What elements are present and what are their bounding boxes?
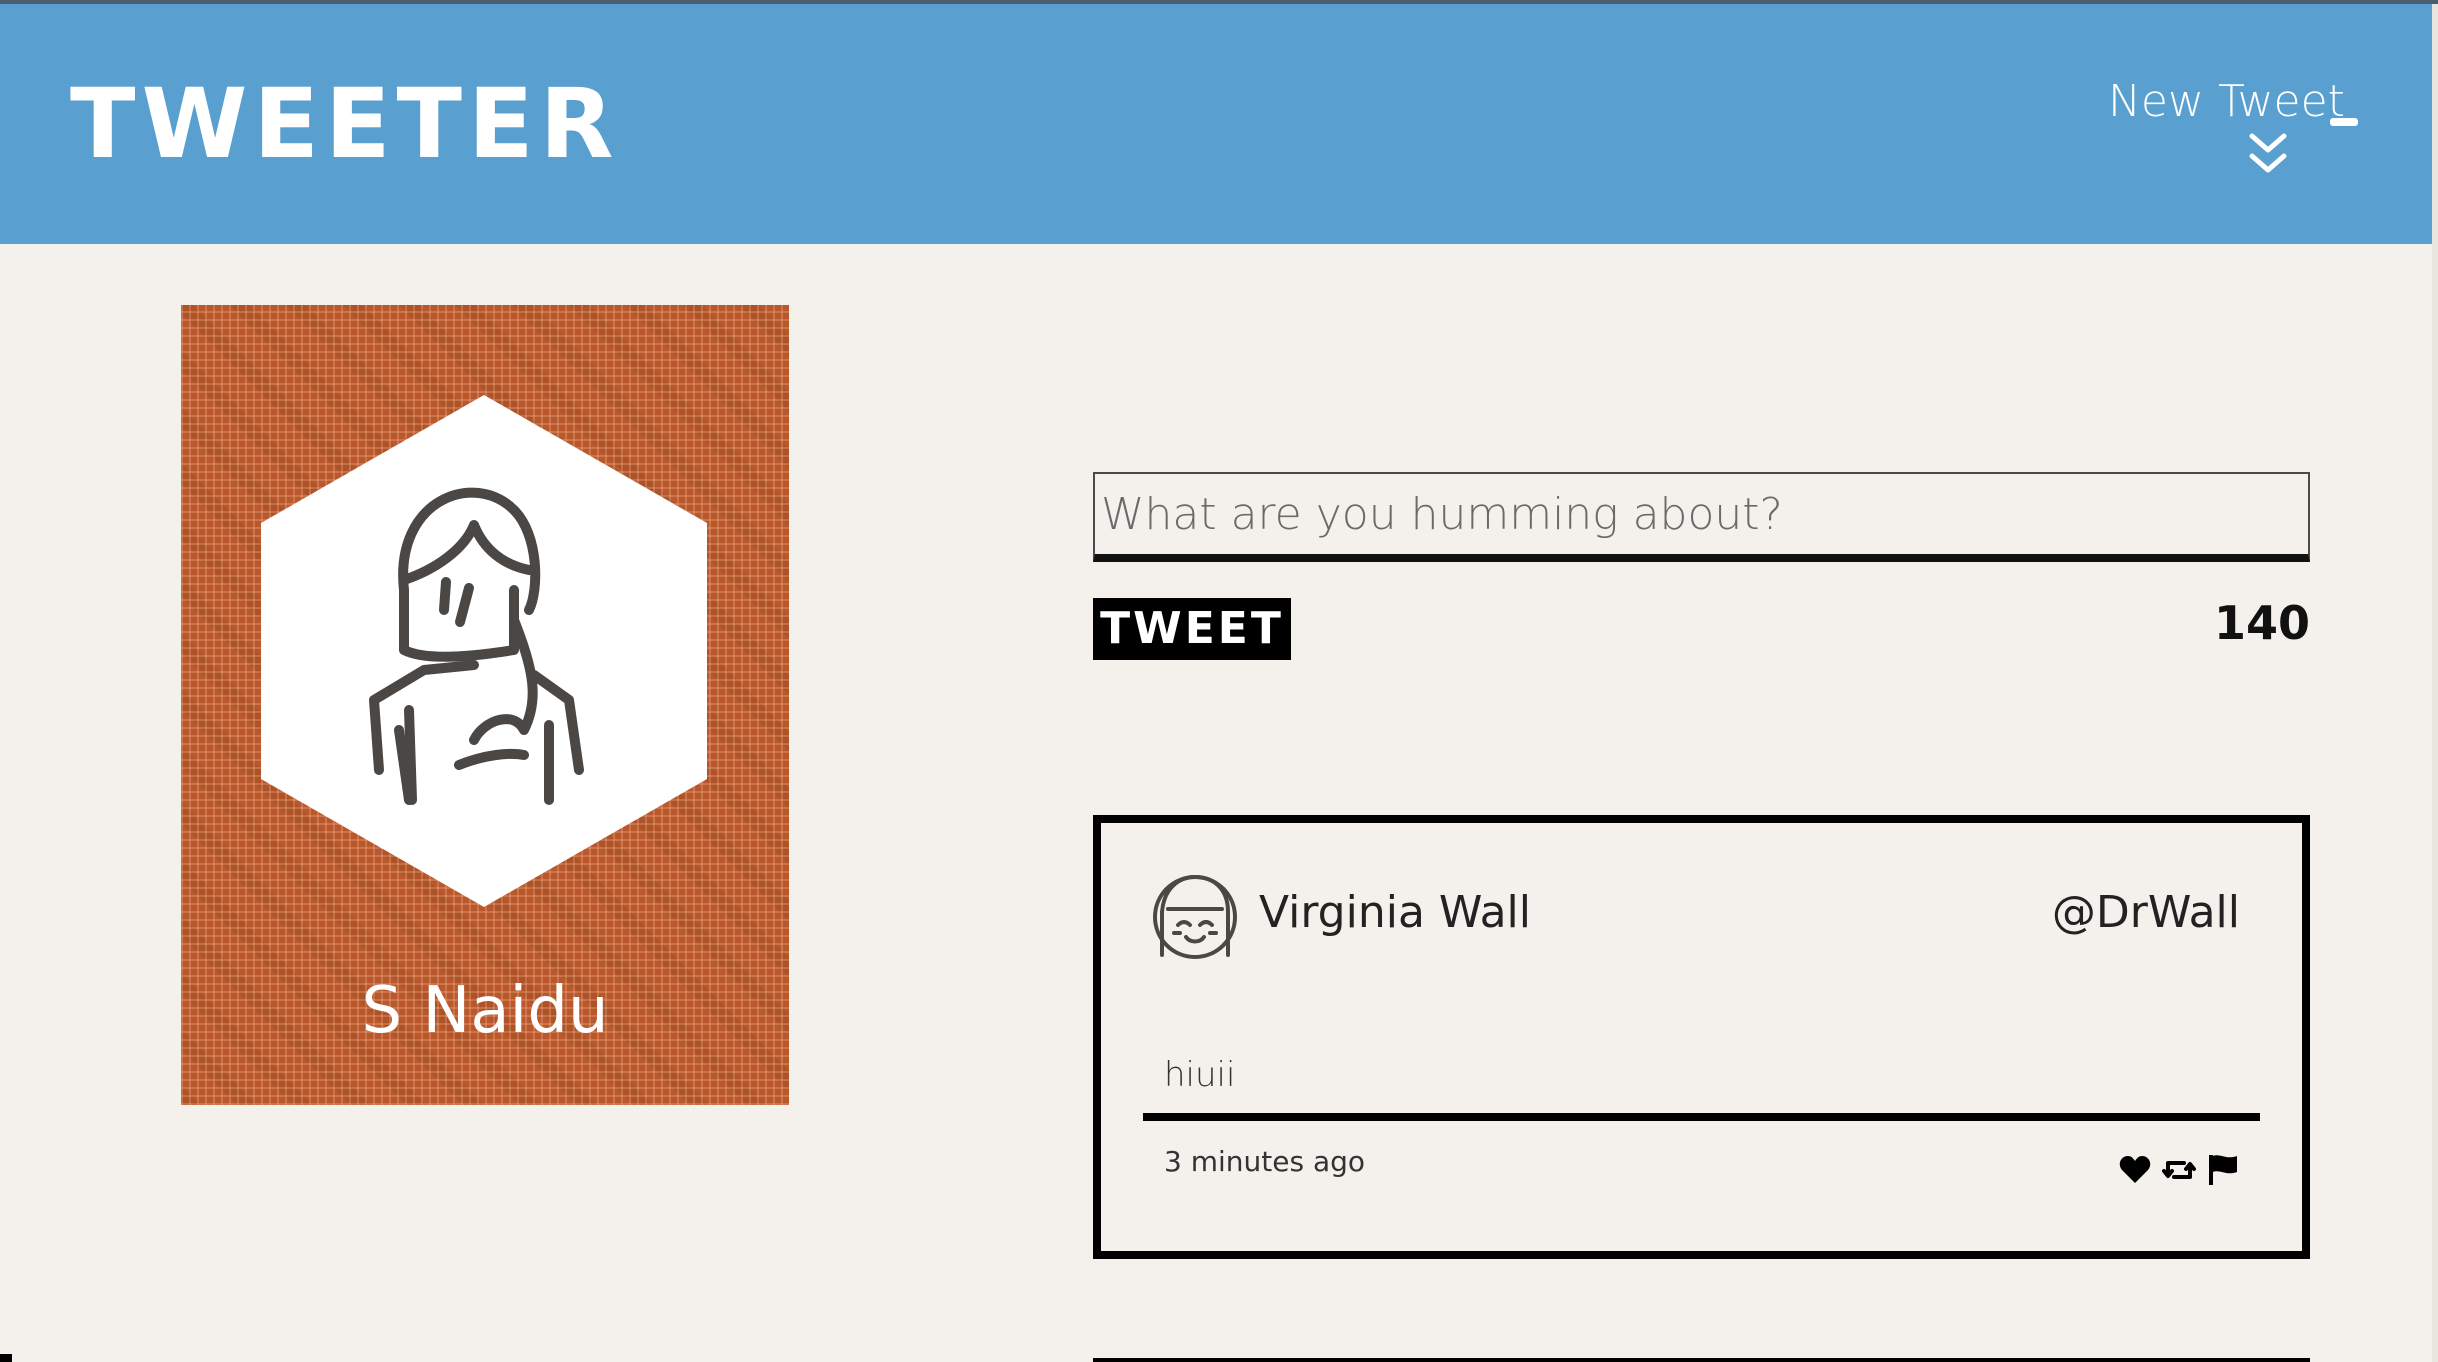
new-tweet-dash <box>2330 118 2358 126</box>
tweet-actions <box>2118 1153 2240 1187</box>
tweet-text: hiuii <box>1164 1055 1236 1095</box>
profile-name: S Naidu <box>361 974 609 1048</box>
profile-card: S Naidu <box>181 305 789 1105</box>
flag-icon[interactable] <box>2206 1153 2240 1187</box>
character-counter: 140 <box>2213 596 2310 650</box>
navbar: TWEETER New Tweet <box>0 4 2432 244</box>
tweet-submit-button[interactable]: TWEET <box>1093 598 1291 660</box>
window-corner <box>0 1354 12 1362</box>
double-chevron-down-icon[interactable] <box>2246 130 2290 180</box>
retweet-icon[interactable] <box>2162 1153 2196 1187</box>
heart-icon[interactable] <box>2118 1153 2152 1187</box>
tweet-author-handle: @DrWall <box>2051 887 2240 938</box>
tweet-timestamp: 3 minutes ago <box>1164 1145 1366 1178</box>
tweet-author-name: Virginia Wall <box>1259 887 1531 938</box>
author-avatar-icon <box>1153 875 1237 959</box>
user-avatar-icon <box>369 487 584 805</box>
brand-logo[interactable]: TWEETER <box>70 76 620 172</box>
scroll-edge <box>2432 4 2438 1362</box>
profile-avatar <box>261 395 707 907</box>
new-tweet-toggle[interactable]: New Tweet <box>2100 80 2360 180</box>
tweet-card: Virginia Wall @DrWall hiuii 3 minutes ag… <box>1093 815 2310 1259</box>
tweet-text-input[interactable] <box>1093 472 2310 562</box>
new-tweet-label[interactable]: New Tweet <box>2108 80 2345 124</box>
next-tweet-border <box>1093 1358 2310 1362</box>
tweet-divider <box>1143 1113 2260 1121</box>
